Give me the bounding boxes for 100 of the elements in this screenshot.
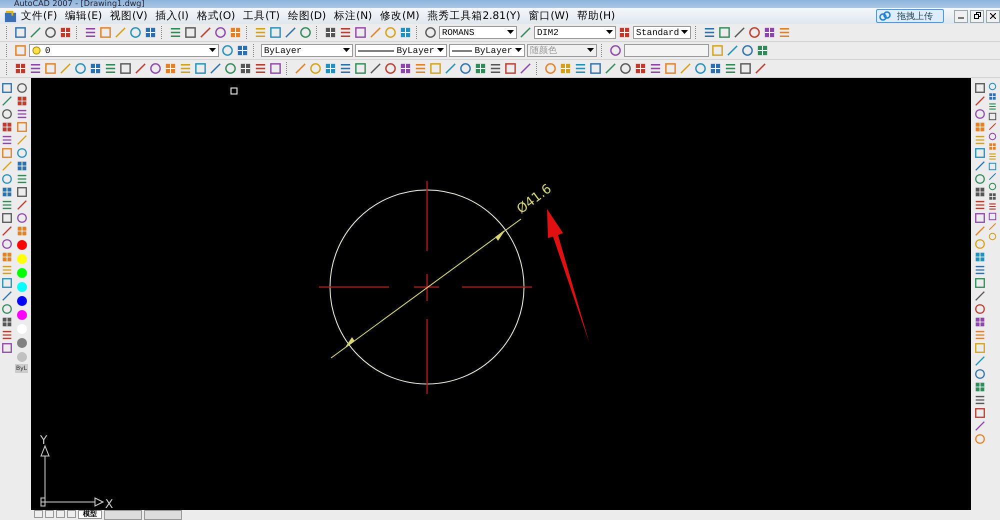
dropdown-caret-icon[interactable] bbox=[606, 30, 613, 35]
color-swatch[interactable] bbox=[16, 268, 26, 278]
color-swatch[interactable] bbox=[16, 310, 26, 320]
bars-icon[interactable] bbox=[1, 199, 13, 211]
square-icon[interactable] bbox=[974, 407, 986, 419]
color-swatch[interactable] bbox=[16, 352, 26, 362]
line-icon[interactable] bbox=[1, 290, 13, 302]
circle-icon[interactable] bbox=[1, 173, 13, 185]
table-style-dropdown[interactable]: Standard bbox=[633, 26, 691, 39]
menu-item[interactable]: 修改(M) bbox=[376, 9, 424, 23]
square-icon[interactable] bbox=[354, 26, 367, 39]
bars-icon[interactable] bbox=[988, 202, 997, 211]
square-icon[interactable] bbox=[1, 212, 13, 224]
circle-icon[interactable] bbox=[74, 62, 87, 75]
linetype-dropdown[interactable]: ByLayer bbox=[355, 44, 447, 57]
dropdown-caret-icon[interactable] bbox=[437, 48, 444, 53]
square-icon[interactable] bbox=[119, 62, 132, 75]
square-icon[interactable] bbox=[1, 277, 13, 289]
bars-icon[interactable] bbox=[254, 62, 267, 75]
square-icon[interactable] bbox=[988, 162, 997, 171]
color-swatch[interactable] bbox=[16, 282, 26, 292]
square-icon[interactable] bbox=[269, 62, 282, 75]
menu-item[interactable]: 帮助(H) bbox=[573, 9, 620, 23]
line-icon[interactable] bbox=[1, 225, 13, 237]
grid-icon[interactable] bbox=[14, 62, 27, 75]
dropdown-caret-icon[interactable] bbox=[507, 30, 514, 35]
circle-icon[interactable] bbox=[224, 62, 237, 75]
line-icon[interactable] bbox=[134, 62, 147, 75]
menu-item[interactable]: 标注(N) bbox=[330, 9, 376, 23]
grid-icon[interactable] bbox=[974, 251, 986, 263]
circle-icon[interactable] bbox=[741, 44, 754, 57]
menu-item[interactable]: 格式(O) bbox=[192, 9, 240, 23]
dimension-line-drawing[interactable] bbox=[330, 218, 522, 358]
circle-icon[interactable] bbox=[974, 368, 986, 380]
lineweight-dropdown[interactable]: ByLayer bbox=[449, 44, 525, 57]
grid-icon[interactable] bbox=[89, 62, 102, 75]
grid-icon[interactable] bbox=[324, 62, 337, 75]
circle-icon[interactable] bbox=[1, 238, 13, 250]
line-icon[interactable] bbox=[284, 26, 297, 39]
circle-icon[interactable] bbox=[384, 62, 397, 75]
grid-icon[interactable] bbox=[239, 62, 252, 75]
square-icon[interactable] bbox=[194, 62, 207, 75]
bars-icon[interactable] bbox=[724, 62, 737, 75]
line-icon[interactable] bbox=[988, 122, 997, 131]
grid-icon[interactable] bbox=[618, 26, 631, 39]
line-icon[interactable] bbox=[974, 160, 986, 172]
square-icon[interactable] bbox=[1, 342, 13, 354]
circle-icon[interactable] bbox=[16, 212, 28, 224]
line-icon[interactable] bbox=[1, 95, 13, 107]
line-icon[interactable] bbox=[974, 290, 986, 302]
grid-icon[interactable] bbox=[988, 192, 997, 201]
square-icon[interactable] bbox=[974, 147, 986, 159]
text-style-dropdown[interactable]: ROMANS bbox=[439, 26, 517, 39]
grid-icon[interactable] bbox=[59, 26, 72, 39]
grid-icon[interactable] bbox=[399, 26, 412, 39]
dropdown-caret-icon[interactable] bbox=[681, 30, 688, 35]
grid-icon[interactable] bbox=[756, 44, 769, 57]
upload-button[interactable]: 拖拽上传 bbox=[876, 9, 944, 23]
square-icon[interactable] bbox=[589, 62, 602, 75]
bars-icon[interactable] bbox=[16, 173, 28, 185]
circle-icon[interactable] bbox=[221, 44, 234, 57]
menu-item[interactable]: 燕秀工具箱2.81(Y) bbox=[423, 9, 524, 23]
grid-icon[interactable] bbox=[324, 26, 337, 39]
line-icon[interactable] bbox=[519, 26, 532, 39]
circle-icon[interactable] bbox=[44, 26, 57, 39]
bars-icon[interactable] bbox=[84, 26, 97, 39]
circle-icon[interactable] bbox=[459, 62, 472, 75]
circle-icon[interactable] bbox=[974, 303, 986, 315]
circle-icon[interactable] bbox=[16, 82, 28, 94]
grid-icon[interactable] bbox=[974, 186, 986, 198]
bars-icon[interactable] bbox=[988, 102, 997, 111]
circle-icon[interactable] bbox=[748, 26, 761, 39]
menu-item[interactable]: 编辑(E) bbox=[61, 9, 106, 23]
circle-icon[interactable] bbox=[974, 108, 986, 120]
menu-item[interactable]: 工具(T) bbox=[239, 9, 284, 23]
grid-icon[interactable] bbox=[144, 26, 157, 39]
circle-icon[interactable] bbox=[149, 62, 162, 75]
dropdown-caret-icon[interactable] bbox=[343, 48, 350, 53]
line-icon[interactable] bbox=[369, 62, 382, 75]
bars-icon[interactable] bbox=[169, 26, 182, 39]
dropdown-caret-icon[interactable] bbox=[209, 48, 216, 53]
color-swatch[interactable] bbox=[16, 254, 26, 264]
circle-icon[interactable] bbox=[988, 82, 997, 91]
square-icon[interactable] bbox=[16, 186, 28, 198]
color-swatch[interactable] bbox=[16, 338, 26, 348]
square-icon[interactable] bbox=[739, 62, 752, 75]
bars-icon[interactable] bbox=[1, 134, 13, 146]
line-icon[interactable] bbox=[988, 172, 997, 181]
circle-icon[interactable] bbox=[974, 173, 986, 185]
line-icon[interactable] bbox=[604, 62, 617, 75]
bars-icon[interactable] bbox=[489, 62, 502, 75]
grid-icon[interactable] bbox=[1, 121, 13, 133]
grid-icon[interactable] bbox=[1, 316, 13, 328]
square-icon[interactable] bbox=[974, 212, 986, 224]
layer-dropdown[interactable]: 0 bbox=[29, 44, 219, 57]
menu-item[interactable]: 绘图(D) bbox=[284, 9, 330, 23]
circle-icon[interactable] bbox=[424, 26, 437, 39]
square-icon[interactable] bbox=[974, 82, 986, 94]
grid-icon[interactable] bbox=[236, 44, 249, 57]
square-icon[interactable] bbox=[269, 26, 282, 39]
